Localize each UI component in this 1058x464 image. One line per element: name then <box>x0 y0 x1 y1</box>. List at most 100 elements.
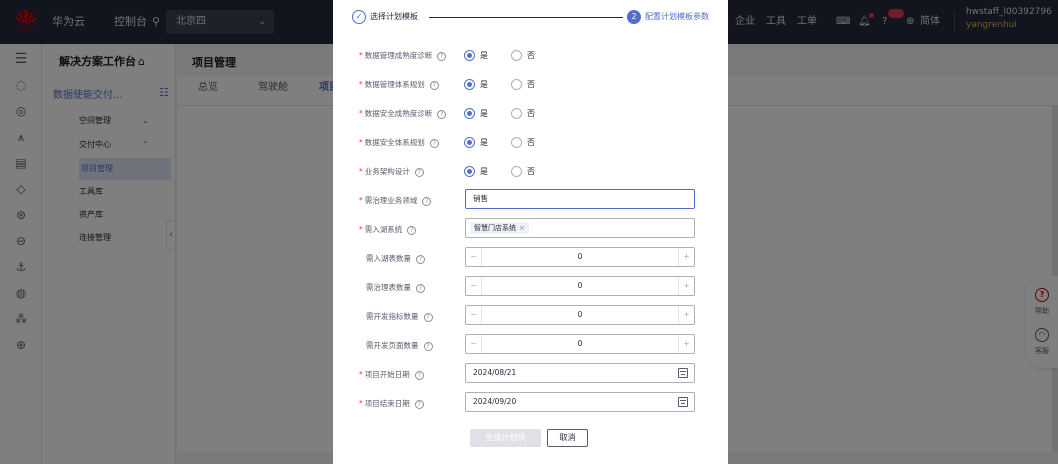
stepper-value[interactable]: 0 <box>482 335 678 353</box>
radio-no-label[interactable]: 否 <box>527 133 535 153</box>
radio-yes-label[interactable]: 是 <box>480 104 488 124</box>
help-icon[interactable]: ? <box>416 254 425 264</box>
help-icon[interactable]: ? <box>423 341 433 351</box>
help-icon[interactable]: ? <box>414 167 424 177</box>
close-icon[interactable]: × <box>519 224 525 232</box>
radio-yes-label[interactable]: 是 <box>480 75 488 95</box>
field-label: * 数据安全体系规划? <box>359 133 439 153</box>
help-icon[interactable]: ? <box>422 196 432 206</box>
required-mark: * <box>359 138 363 147</box>
step-connector <box>429 17 623 18</box>
field-label: * 数据安全成熟度诊断? <box>359 104 447 124</box>
plus-icon[interactable]: + <box>678 306 694 324</box>
stepper-value[interactable]: 0 <box>482 306 678 324</box>
required-mark: * <box>359 167 363 176</box>
required-mark: * <box>359 399 363 408</box>
field-label: * 项目结束日期? <box>359 394 424 414</box>
quantity-stepper[interactable]: − 0 + <box>465 247 695 267</box>
field-label: * 数据管理成熟度诊断? <box>359 46 447 66</box>
help-icon[interactable]: ? <box>414 370 424 380</box>
field-metric-count: 需开发指标数量? − 0 + <box>333 305 728 327</box>
date-value: 2024/08/21 <box>473 368 517 377</box>
step-1-label[interactable]: 选择计划模板 <box>370 11 418 22</box>
field-label: 需开发页面数量? <box>366 336 433 356</box>
help-icon[interactable]: ? <box>437 51 447 61</box>
radio-no-label[interactable]: 否 <box>527 46 535 66</box>
field-label: * 需治理业务领域? <box>359 191 432 211</box>
configure-plan-dialog: ✓ 选择计划模板 2 配置计划模板参数 * 数据管理成熟度诊断? 是 否 * 数据管… <box>333 0 728 464</box>
field-label-text: 数据安全体系规划 <box>364 138 425 147</box>
help-icon[interactable]: ? <box>423 312 433 322</box>
minus-icon[interactable]: − <box>466 248 482 266</box>
step-2-label: 配置计划模板参数 <box>645 12 709 21</box>
field-label-text: 需入湖表数量 <box>366 254 411 263</box>
plus-icon[interactable]: + <box>678 248 694 266</box>
business-domain-input[interactable]: 销售 <box>465 189 695 209</box>
radio-no-label[interactable]: 否 <box>527 75 535 95</box>
required-mark: * <box>359 196 363 205</box>
stepper-value[interactable]: 0 <box>482 248 678 266</box>
field-label: * 项目开始日期? <box>359 365 424 385</box>
field-label-text: 业务架构设计 <box>364 167 410 176</box>
help-icon[interactable]: ? <box>429 138 439 148</box>
field-governance-table-count: 需治理表数量? − 0 + <box>333 276 728 298</box>
quantity-stepper[interactable]: − 0 + <box>465 334 695 354</box>
radio-yes[interactable] <box>464 50 475 61</box>
generate-plan-button[interactable]: 生成计划项 <box>470 429 541 447</box>
radio-yes[interactable] <box>464 166 475 177</box>
radio-no[interactable] <box>511 137 522 148</box>
field-label-text: 需治理表数量 <box>366 283 411 292</box>
radio-yes-label[interactable]: 是 <box>480 162 488 182</box>
date-value: 2024/09/20 <box>473 397 517 406</box>
radio-no[interactable] <box>511 79 522 90</box>
radio-no[interactable] <box>511 50 522 61</box>
required-mark: * <box>359 51 363 60</box>
field-data-security-planning: * 数据安全体系规划? 是 否 <box>333 133 728 153</box>
field-label: * 需入湖系统? <box>359 220 417 240</box>
help-icon[interactable]: ? <box>414 399 424 409</box>
stepper-value[interactable]: 0 <box>482 277 678 295</box>
field-label-text: 数据管理成熟度诊断 <box>364 51 433 60</box>
field-label-text: 项目结束日期 <box>364 399 410 408</box>
cancel-button[interactable]: 取消 <box>547 429 588 447</box>
field-page-count: 需开发页面数量? − 0 + <box>333 334 728 356</box>
field-ingest-table-count: 需入湖表数量? − 0 + <box>333 247 728 269</box>
start-date-picker[interactable]: 2024/08/21 <box>465 363 695 383</box>
selected-tag: 智慧门店系统 × <box>470 222 529 234</box>
radio-yes[interactable] <box>464 137 475 148</box>
help-icon[interactable]: ? <box>437 109 447 119</box>
help-icon[interactable]: ? <box>429 80 439 90</box>
minus-icon[interactable]: − <box>466 335 482 353</box>
required-mark: * <box>359 225 363 234</box>
field-label: * 数据管理体系规划? <box>359 75 439 95</box>
radio-no-label[interactable]: 否 <box>527 162 535 182</box>
radio-yes-label[interactable]: 是 <box>480 46 488 66</box>
calendar-icon[interactable] <box>678 397 688 407</box>
help-icon[interactable]: ? <box>416 283 425 293</box>
field-ingest-systems: * 需入湖系统? 智慧门店系统 × <box>333 218 728 240</box>
required-mark: * <box>359 80 363 89</box>
tag-label: 智慧门店系统 <box>474 224 516 232</box>
field-business-architecture: * 业务架构设计? 是 否 <box>333 162 728 182</box>
minus-icon[interactable]: − <box>466 306 482 324</box>
calendar-icon[interactable] <box>678 368 688 378</box>
radio-no[interactable] <box>511 166 522 177</box>
field-data-security-maturity: * 数据安全成熟度诊断? 是 否 <box>333 104 728 124</box>
end-date-picker[interactable]: 2024/09/20 <box>465 392 695 412</box>
plus-icon[interactable]: + <box>678 277 694 295</box>
ingest-systems-select[interactable]: 智慧门店系统 × <box>465 218 695 238</box>
quantity-stepper[interactable]: − 0 + <box>465 305 695 325</box>
help-icon[interactable]: ? <box>407 225 417 235</box>
plus-icon[interactable]: + <box>678 335 694 353</box>
field-data-mgmt-maturity: * 数据管理成熟度诊断? 是 否 <box>333 46 728 66</box>
radio-yes-label[interactable]: 是 <box>480 133 488 153</box>
field-end-date: * 项目结束日期? 2024/09/20 <box>333 392 728 414</box>
minus-icon[interactable]: − <box>466 277 482 295</box>
radio-yes[interactable] <box>464 79 475 90</box>
radio-no-label[interactable]: 否 <box>527 104 535 124</box>
field-label-text: 数据管理体系规划 <box>364 80 425 89</box>
input-value: 销售 <box>473 194 488 203</box>
radio-yes[interactable] <box>464 108 475 119</box>
quantity-stepper[interactable]: − 0 + <box>465 276 695 296</box>
radio-no[interactable] <box>511 108 522 119</box>
